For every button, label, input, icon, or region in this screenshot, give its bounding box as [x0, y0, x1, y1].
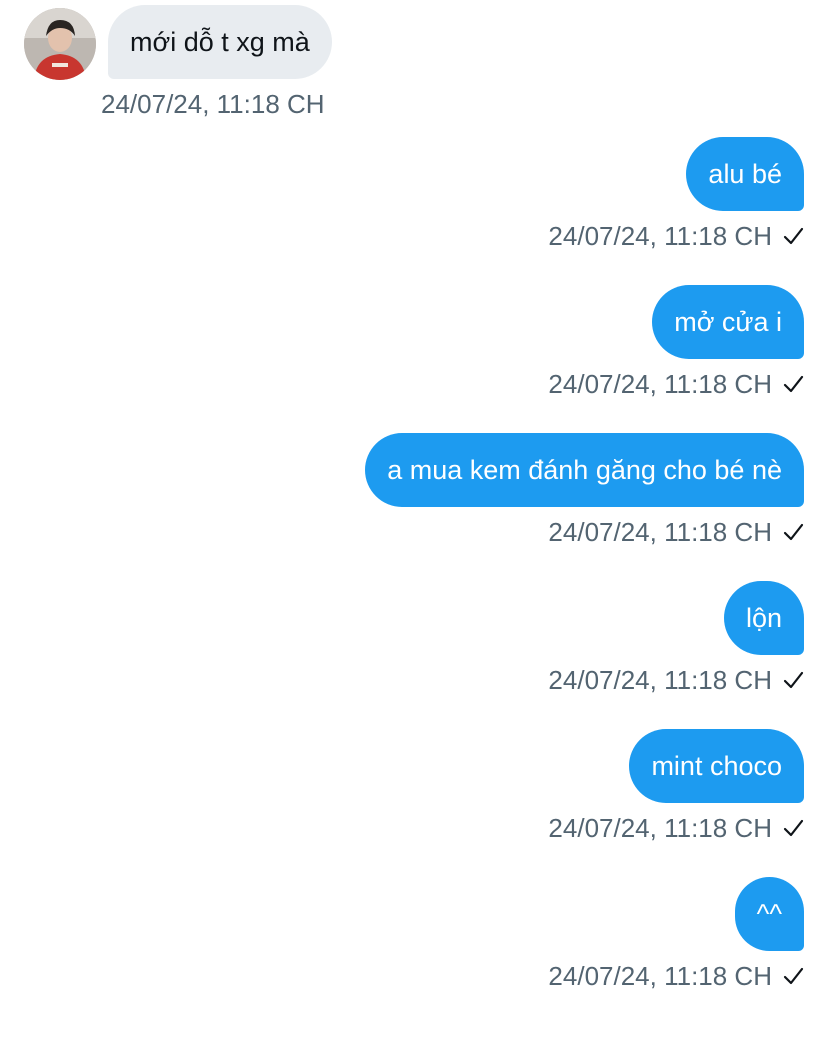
incoming-message-timestamp: 24/07/24, 11:18 CH [101, 89, 325, 119]
user-avatar-icon [24, 8, 96, 80]
outgoing-message-bubble[interactable]: mở cửa i [652, 285, 804, 359]
outgoing-message-meta: 24/07/24, 11:18 CH [548, 812, 804, 844]
outgoing-message-meta: 24/07/24, 11:18 CH [548, 664, 804, 696]
check-icon [782, 521, 804, 543]
avatar[interactable] [24, 8, 96, 80]
check-icon [782, 817, 804, 839]
outgoing-message-meta: 24/07/24, 11:18 CH [548, 960, 804, 992]
check-icon [782, 965, 804, 987]
outgoing-message-timestamp: 24/07/24, 11:18 CH [548, 369, 772, 399]
outgoing-message-meta: 24/07/24, 11:18 CH [548, 220, 804, 252]
check-icon [782, 373, 804, 395]
outgoing-message-bubble[interactable]: a mua kem đánh găng cho bé nè [365, 433, 804, 507]
outgoing-message-timestamp: 24/07/24, 11:18 CH [548, 961, 772, 991]
outgoing-message-timestamp: 24/07/24, 11:18 CH [548, 813, 772, 843]
outgoing-message-meta: 24/07/24, 11:18 CH [548, 516, 804, 548]
outgoing-message-bubble[interactable]: alu bé [686, 137, 804, 211]
check-icon [782, 669, 804, 691]
outgoing-message-bubble[interactable]: mint choco [629, 729, 804, 803]
outgoing-message-bubble[interactable]: ^^ [734, 877, 804, 951]
outgoing-message-timestamp: 24/07/24, 11:18 CH [548, 517, 772, 547]
outgoing-message-timestamp: 24/07/24, 11:18 CH [548, 665, 772, 695]
outgoing-message-timestamp: 24/07/24, 11:18 CH [548, 221, 772, 251]
check-icon [782, 225, 804, 247]
incoming-message-bubble[interactable]: mới dỗ t xg mà [108, 5, 332, 79]
outgoing-message-bubble[interactable]: lộn [723, 581, 804, 655]
outgoing-message-meta: 24/07/24, 11:18 CH [548, 368, 804, 400]
